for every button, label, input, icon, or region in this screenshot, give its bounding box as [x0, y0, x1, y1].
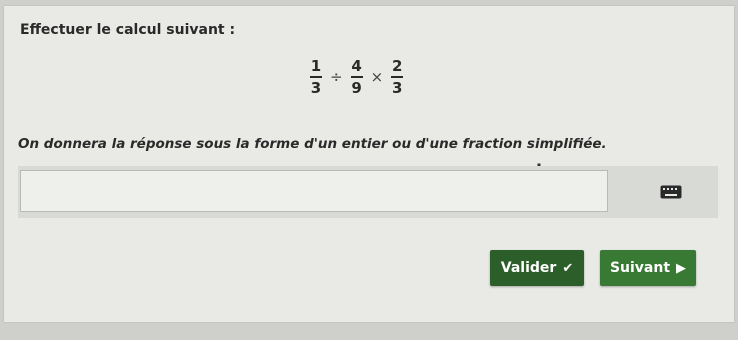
multiply-operator: ×: [370, 68, 384, 86]
numerator: 4: [351, 57, 362, 75]
fraction: 1 3: [310, 57, 322, 97]
denominator: 3: [310, 79, 322, 97]
numerator: 2: [391, 57, 403, 75]
divide-operator: ÷: [330, 68, 343, 86]
next-button[interactable]: Suivant ▶: [600, 250, 696, 286]
validate-label: Valider: [500, 260, 557, 276]
numerator: 1: [310, 57, 322, 75]
check-icon: ✔: [562, 260, 574, 276]
fraction: 4 9: [350, 57, 363, 97]
math-expression: 1 3 ÷ 4 9 × 2 3: [310, 52, 404, 102]
denominator: 9: [351, 79, 362, 97]
validate-button[interactable]: Valider ✔: [490, 250, 584, 286]
exercise-prompt: Effectuer le calcul suivant :: [20, 22, 236, 38]
keyboard-icon[interactable]: [658, 184, 684, 200]
answer-input[interactable]: [20, 170, 608, 212]
answer-instruction: On donnera la réponse sous la forme d'un…: [18, 136, 607, 152]
fraction: 2 3: [391, 57, 404, 97]
denominator: 3: [391, 79, 403, 97]
exercise-card: Effectuer le calcul suivant : 1 3 ÷ 4 9 …: [4, 6, 734, 322]
answer-area: [18, 166, 718, 218]
next-label: Suivant: [609, 260, 671, 276]
play-arrow-icon: ▶: [676, 260, 687, 276]
